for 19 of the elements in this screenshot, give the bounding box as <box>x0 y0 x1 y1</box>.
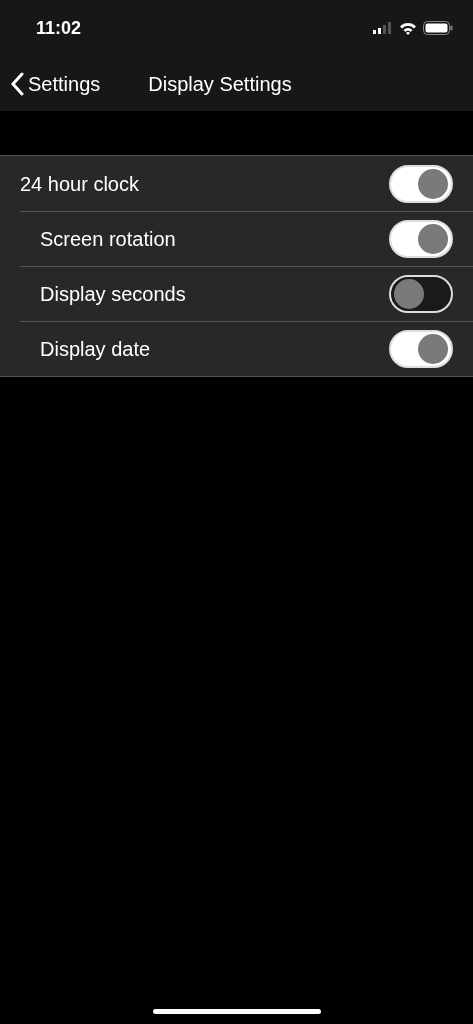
toggle-switch[interactable] <box>389 275 453 313</box>
battery-icon <box>423 21 453 35</box>
status-time: 11:02 <box>36 16 82 40</box>
back-button[interactable]: Settings <box>10 68 101 99</box>
setting-label: 24 hour clock <box>20 171 139 197</box>
toggle-switch[interactable] <box>389 220 453 258</box>
toggle-knob <box>394 279 424 309</box>
toggle-switch[interactable] <box>389 330 453 368</box>
setting-label: Display date <box>40 337 151 362</box>
setting-label: Display seconds <box>40 282 186 307</box>
toggle-knob <box>418 334 448 364</box>
signal-icon <box>373 22 393 34</box>
setting-label: Screen rotation <box>40 227 176 252</box>
toggle-knob <box>418 168 448 199</box>
page-title: Display Settings <box>148 71 292 97</box>
wifi-icon <box>399 21 417 35</box>
toggle-knob <box>418 224 448 254</box>
toggle-switch[interactable] <box>389 164 453 203</box>
chevron-left-icon <box>10 71 24 96</box>
